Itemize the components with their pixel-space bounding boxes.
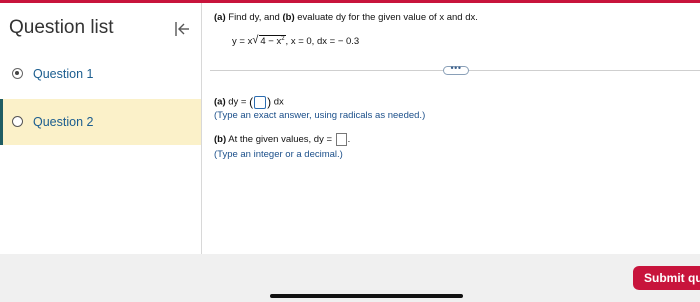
given-equation: y = x √ 4 − x2, x = 0, dx = − 0.3: [232, 34, 360, 48]
radical-sign-icon: √: [252, 34, 259, 46]
part-a-hint: (Type an exact answer, using radicals as…: [214, 110, 426, 121]
collapse-sidebar-button[interactable]: [172, 19, 192, 39]
part-b-suffix: .: [347, 134, 351, 146]
part-b-answer-input[interactable]: [335, 133, 347, 146]
part-b-answer-line: (b) At the given values, dy = .: [214, 133, 350, 146]
sidebar-item-question-1[interactable]: Question 1: [0, 51, 201, 97]
question-prompt: (a) Find dy, and (b) evaluate dy for the…: [214, 12, 478, 23]
unanswered-radio-icon: [12, 116, 23, 127]
part-a-answer-line: (a) dy = () dx: [214, 95, 284, 109]
part-a-answer-input[interactable]: [254, 95, 267, 109]
part-a-suffix: dx: [271, 96, 284, 108]
equation-radicand: 4 − x: [260, 36, 282, 48]
answered-radio-icon: [12, 68, 23, 79]
part-b-hint: (Type an integer or a decimal.): [214, 149, 343, 160]
footer-bar: Submit qu: [0, 254, 700, 302]
part-b-label: (b): [214, 134, 227, 146]
equation-exponent: 2: [281, 36, 285, 42]
home-indicator: [270, 294, 463, 298]
question-1-label: Question 1: [33, 67, 94, 81]
sidebar-item-question-2[interactable]: Question 2: [0, 99, 201, 145]
prompt-text-1: Find dy, and: [225, 12, 283, 23]
part-a-label: (a): [214, 96, 226, 108]
question-panel: (a) Find dy, and (b) evaluate dy for the…: [202, 3, 700, 254]
prompt-text-2: evaluate dy for the given value of x and…: [294, 12, 478, 23]
collapse-left-icon: [175, 22, 189, 36]
part-a-prefix: dy =: [225, 96, 250, 108]
sidebar-title: Question list: [9, 17, 114, 38]
active-indicator-bar: [0, 99, 3, 145]
question-2-label: Question 2: [33, 115, 94, 129]
question-list-sidebar: Question list Question 1 Question 2: [0, 3, 201, 254]
prompt-part-b-marker: (b): [282, 12, 295, 23]
square-root: √ 4 − x2: [252, 34, 286, 48]
part-b-prefix: At the given values, dy =: [226, 134, 335, 146]
equation-lhs: y = x: [232, 36, 253, 48]
more-dots-icon: •••: [450, 63, 462, 73]
equation-given-values: , x = 0, dx = − 0.3: [285, 36, 360, 48]
expand-more-button[interactable]: •••: [443, 63, 469, 75]
prompt-part-a-marker: (a): [214, 12, 226, 23]
submit-quiz-button[interactable]: Submit qu: [633, 266, 700, 290]
